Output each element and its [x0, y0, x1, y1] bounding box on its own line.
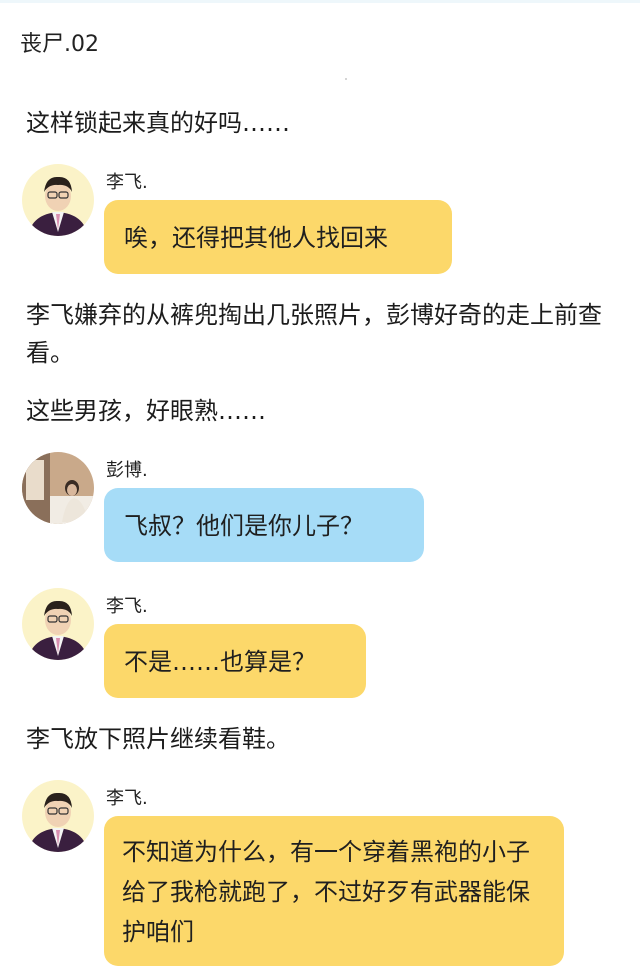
chat-bubble: 不是……也算是？ [104, 624, 366, 698]
chat-bubble: 不知道为什么，有一个穿着黑袍的小子给了我枪就跑了，不过好歹有武器能保护咱们 [104, 816, 564, 966]
man-in-suit-avatar[interactable] [22, 780, 94, 852]
chapter-title: 丧尸.02 [20, 32, 99, 57]
person-in-room-avatar[interactable] [22, 452, 94, 524]
speaker-name: 李飞. [106, 788, 148, 809]
narration-text: 这些男孩，好眼熟…… [26, 397, 266, 425]
top-divider [0, 0, 640, 3]
chat-bubble: 飞叔？他们是你儿子？ [104, 488, 424, 562]
man-in-suit-avatar[interactable] [22, 588, 94, 660]
speaker-name: 李飞. [106, 596, 148, 617]
man-in-suit-avatar[interactable] [22, 164, 94, 236]
chat-bubble: 唉，还得把其他人找回来 [104, 200, 452, 274]
speaker-name: 李飞. [106, 172, 148, 193]
narration-text: 李飞放下照片继续看鞋。 [26, 725, 290, 753]
narration-text: 这样锁起来真的好吗…… [26, 109, 290, 137]
narration-text: 李飞嫌弃的从裤兜掏出几张照片，彭博好奇的走上前查看。 [26, 301, 602, 367]
separator-dot [345, 78, 347, 80]
speaker-name: 彭博. [106, 460, 148, 481]
